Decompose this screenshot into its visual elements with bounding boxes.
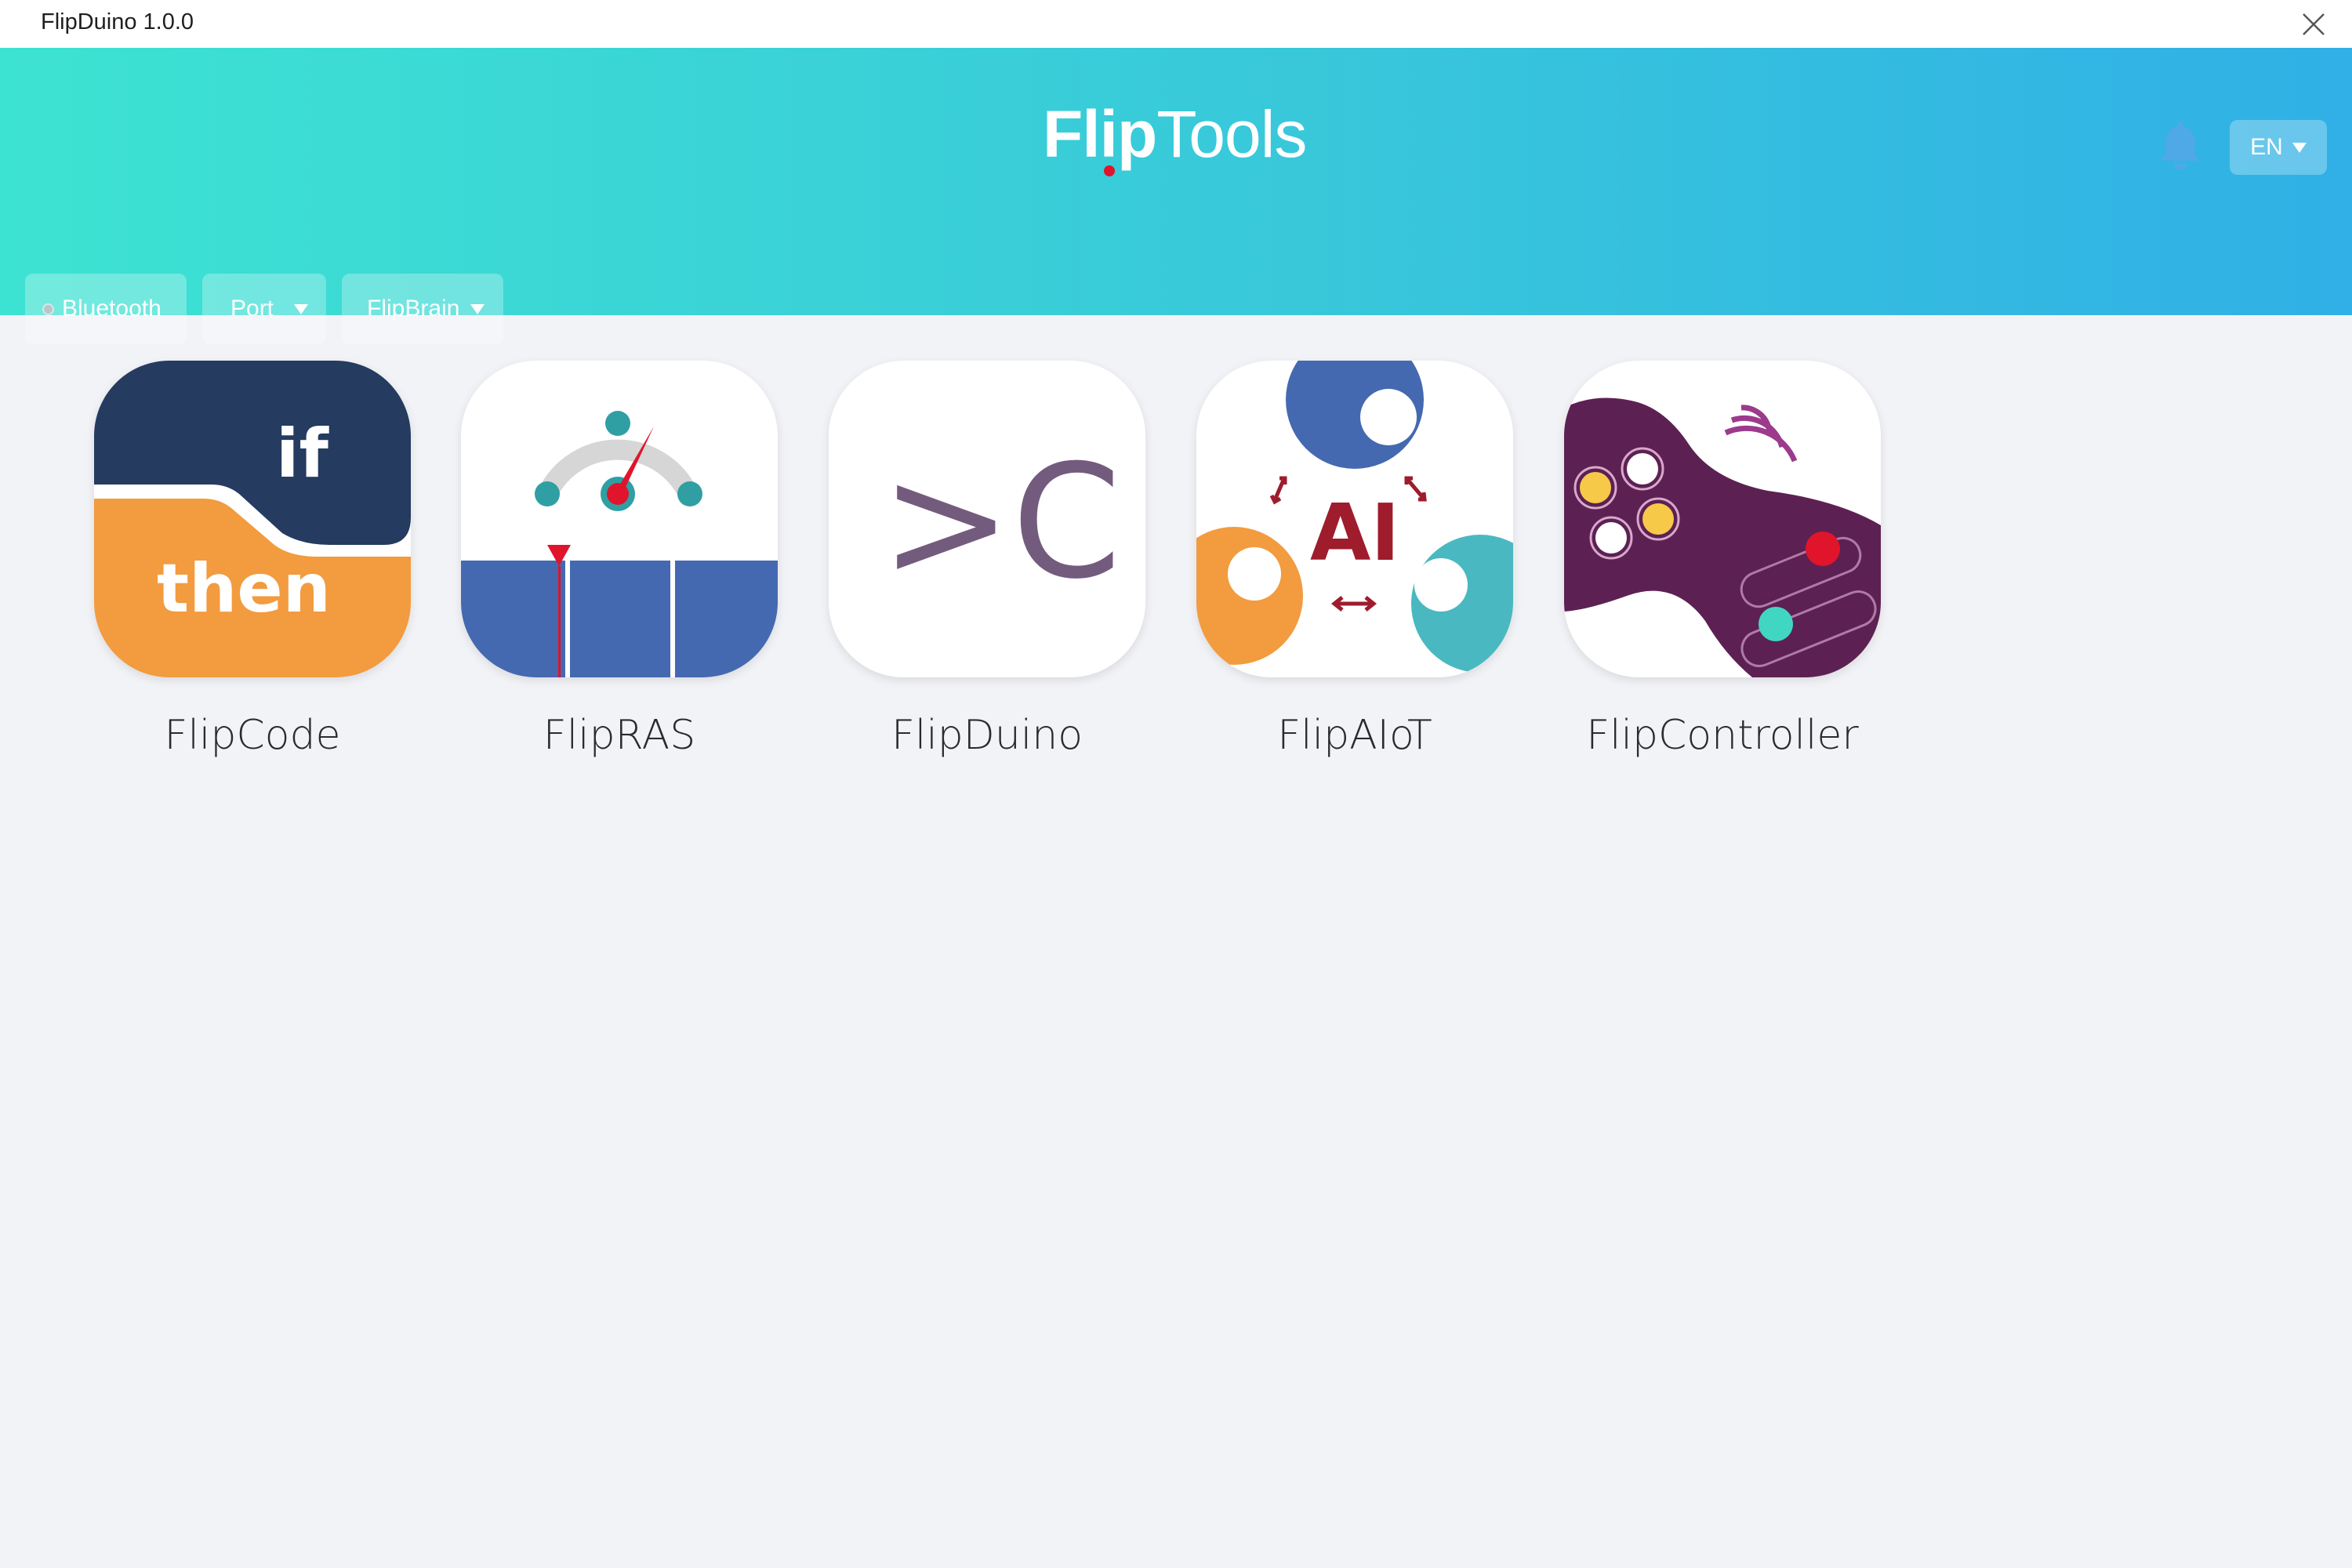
status-dot-icon: [42, 303, 54, 315]
port-label: Port: [230, 296, 274, 321]
notifications-button[interactable]: [2158, 118, 2203, 173]
logo-dot: [1104, 165, 1115, 176]
ai-icon: AI: [1196, 361, 1513, 677]
if-then-icon: if then: [94, 361, 411, 677]
app-label: FlipController: [1586, 712, 1859, 759]
fliptools-logo: FlipTools: [1043, 96, 1309, 184]
app-header: FlipTools EN Bluetooth Port FlipBrain: [0, 48, 2352, 344]
terminal-c-text: >C: [880, 431, 1121, 614]
close-icon: [2303, 13, 2325, 35]
logo-bold-text: Flip: [1043, 97, 1157, 171]
chevron-down-icon: [294, 303, 309, 314]
close-button[interactable]: [2297, 8, 2330, 41]
bluetooth-label: Bluetooth: [62, 296, 162, 321]
gauge-icon: [461, 361, 778, 677]
app-label: FlipCode: [164, 712, 341, 759]
then-text: then: [157, 550, 331, 628]
ai-text: AI: [1310, 487, 1400, 579]
chevron-down-icon: [2292, 142, 2307, 153]
window-titlebar: FlipDuino 1.0.0: [0, 0, 2352, 49]
terminal-c-icon: >C: [829, 361, 1145, 677]
app-label: FlipDuino: [891, 712, 1083, 759]
language-selector[interactable]: EN: [2230, 120, 2327, 175]
device-dropdown[interactable]: FlipBrain: [342, 274, 503, 344]
bluetooth-button[interactable]: Bluetooth: [25, 274, 187, 344]
if-text: if: [276, 415, 329, 493]
logo-light-text: Tools: [1156, 97, 1307, 171]
language-label: EN: [2250, 134, 2283, 160]
bell-icon: [2161, 122, 2200, 170]
chevron-down-icon: [470, 303, 485, 314]
gamepad-icon: [1564, 361, 1881, 677]
app-label: FlipRAS: [543, 712, 696, 759]
port-dropdown[interactable]: Port: [202, 274, 326, 344]
app-label: FlipAIoT: [1277, 712, 1432, 759]
device-label: FlipBrain: [367, 296, 460, 321]
window-title: FlipDuino 1.0.0: [41, 9, 194, 34]
